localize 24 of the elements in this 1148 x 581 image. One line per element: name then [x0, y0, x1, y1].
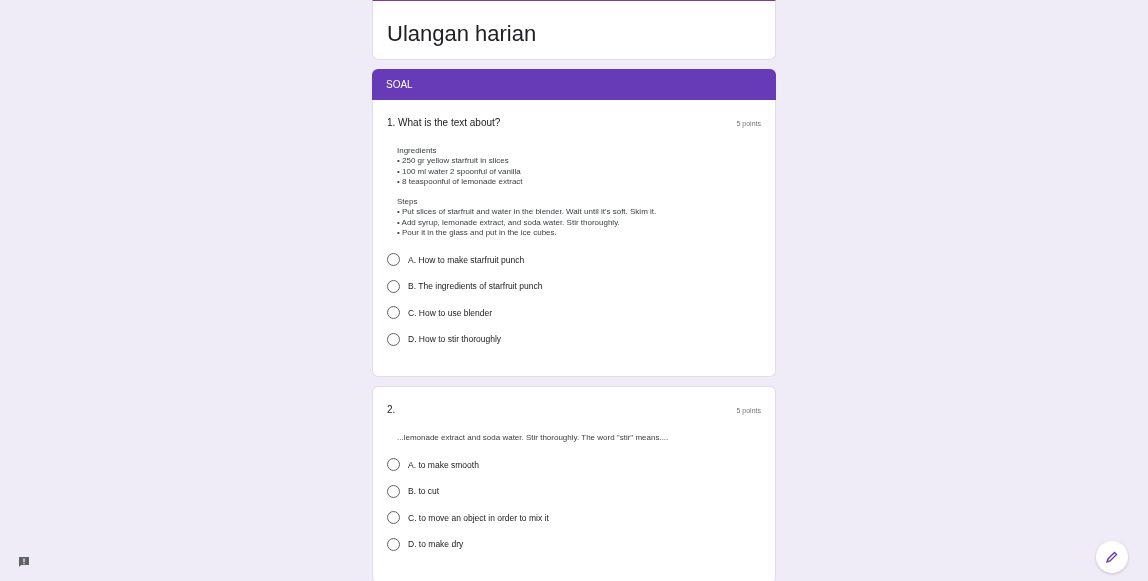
pencil-icon [1105, 550, 1119, 564]
passage-line: • Put slices of starfruit and water in the blender. Wait until it's soft. Skim it. [397, 207, 658, 218]
passage-line: • Pour it in the glass and put in the ice cubes. [397, 228, 558, 239]
passage-line: ...lemonade extract and soda water. Stir thoroughly. The word "stir" means.... [397, 433, 670, 444]
option-label[interactable]: A. to make smooth [408, 459, 479, 470]
option-label[interactable]: B. to cut [408, 486, 440, 497]
passage-heading: Steps [397, 197, 419, 208]
option-label[interactable]: B. The ingredients of starfruit punch [408, 281, 543, 292]
feedback-icon[interactable] [18, 556, 30, 568]
form-title: Ulangan harian [387, 21, 538, 47]
edit-button[interactable] [1096, 541, 1128, 573]
option-label[interactable]: D. to make dry [408, 539, 464, 550]
section-header: SOAL [372, 69, 776, 100]
question-title: 1. What is the text about? [387, 117, 501, 128]
question-title: 2. [387, 404, 396, 416]
passage-heading: Ingredients [397, 146, 438, 157]
passage-line: • 100 ml water 2 spoonful of vanilla [397, 166, 522, 177]
passage-line: • 250 gr yellow starfruit in slices [397, 156, 510, 167]
passage-line: • 8 teaspoonful of lemonade extract [397, 176, 524, 188]
passage-line: • Add syrup, lemonade extract, and soda water. Stir thoroughly. [397, 217, 621, 229]
option-label[interactable]: A. How to make starfruit punch [408, 254, 525, 265]
option-label[interactable]: D. How to stir thoroughly [408, 334, 502, 345]
option-label[interactable]: C. to move an object in order to mix it [408, 512, 549, 523]
option-label[interactable]: C. How to use blender [408, 307, 493, 318]
